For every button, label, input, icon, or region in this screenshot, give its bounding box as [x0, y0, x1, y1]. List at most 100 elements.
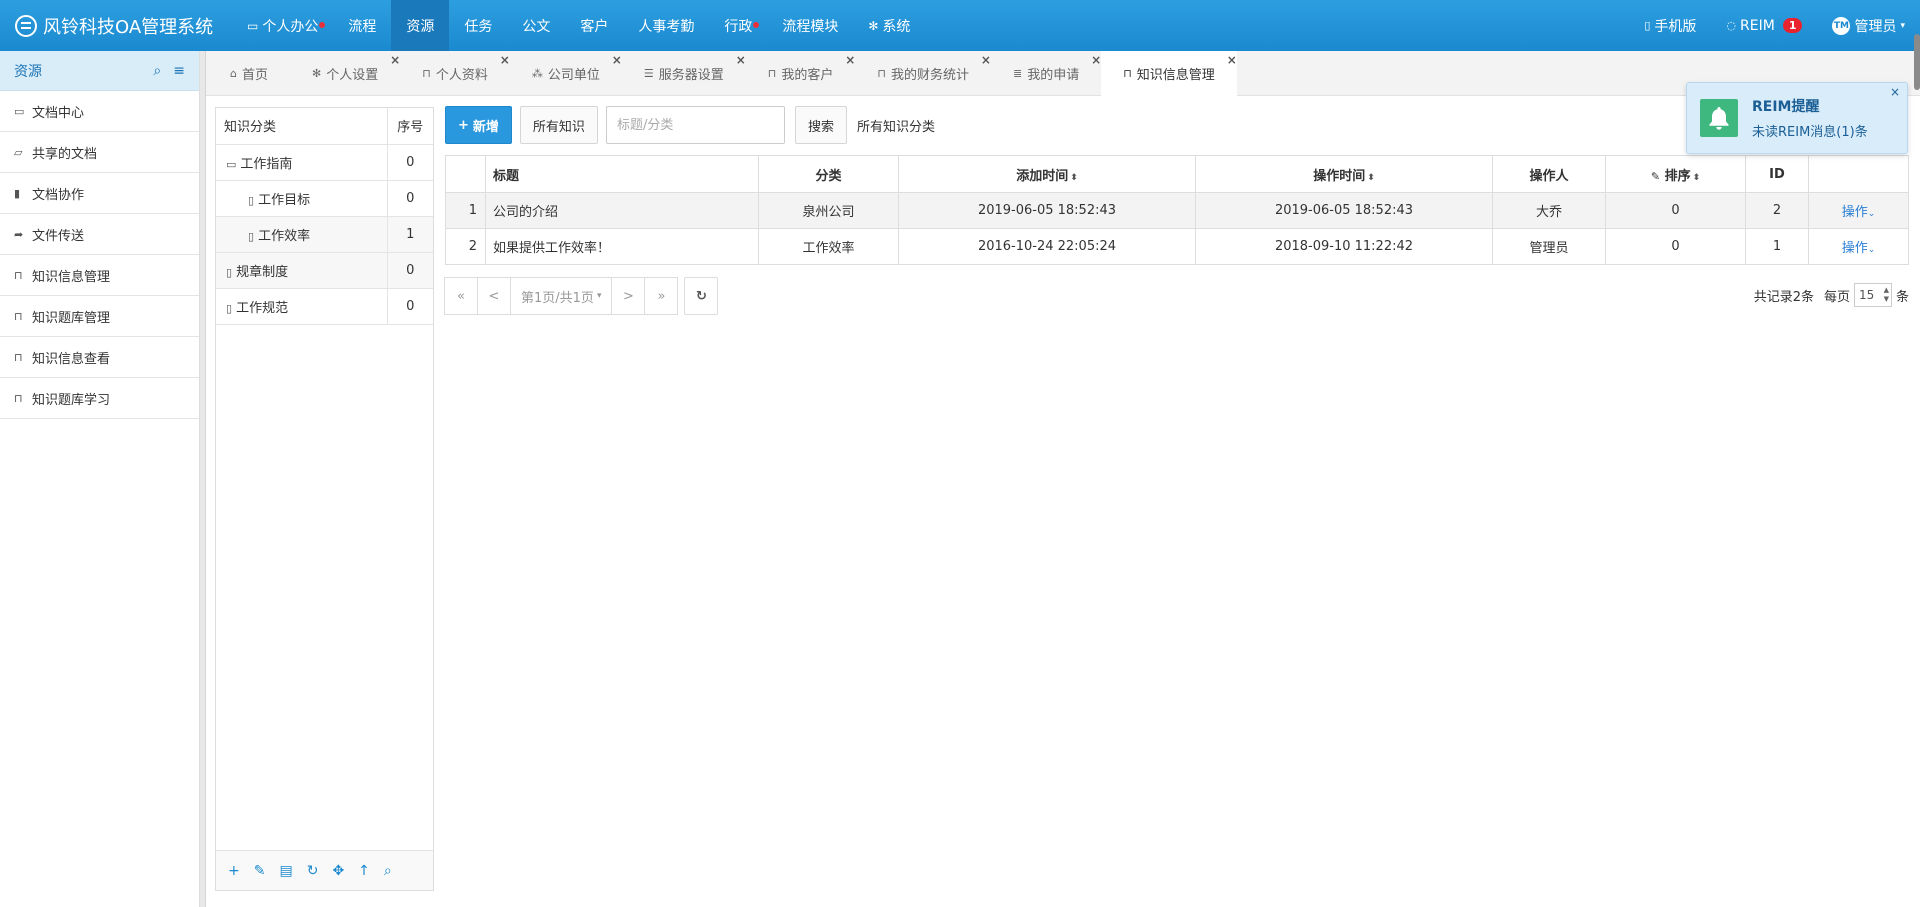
tree-row[interactable]: ▯ 工作目标 0 — [216, 180, 433, 217]
refresh-icon[interactable]: ↻ — [307, 863, 319, 879]
sidebar-item-file-transfer[interactable]: ➦ 文件传送 — [0, 214, 199, 255]
action-dropdown[interactable]: 操作⌄ — [1842, 205, 1876, 220]
category-filter-label: 所有知识分类 — [856, 119, 935, 135]
nav-item-system[interactable]: ✻ 系统 — [853, 0, 925, 51]
tree-row[interactable]: ▭ 工作指南 0 — [216, 144, 433, 181]
nav-item-personal-office[interactable]: ▭ 个人办公 — [232, 0, 333, 51]
last-page-button[interactable]: » — [644, 277, 679, 315]
nav-label: 流程模块 — [782, 18, 839, 35]
per-page-unit: 条 — [1895, 289, 1909, 305]
search-icon[interactable]: ⌕ — [153, 63, 161, 79]
col-sort[interactable]: ✎ 排序 ⬍ — [1605, 155, 1746, 193]
tab-my-customers[interactable]: ⊓ 我的客户 × — [746, 51, 856, 95]
file-icon: ▯ — [226, 265, 233, 279]
trash-icon[interactable]: ▤ — [279, 863, 292, 879]
nav-item-hr[interactable]: 人事考勤 — [623, 0, 709, 51]
sidebar-item-doc-collab[interactable]: ▮ 文档协作 — [0, 173, 199, 214]
sidebar-item-question-bank[interactable]: ⊓ 知识题库管理 — [0, 296, 199, 337]
nav-item-workflow[interactable]: 流程 — [333, 0, 391, 51]
sidebar-item-question-study[interactable]: ⊓ 知识题库学习 — [0, 378, 199, 419]
plus-icon[interactable]: + — [228, 863, 240, 879]
tree-row-label: 工作目标 — [258, 192, 311, 208]
spinner-icon[interactable]: ▲ ▼ — [1884, 286, 1889, 304]
nav-item-tasks[interactable]: 任务 — [449, 0, 507, 51]
nav-item-customers[interactable]: 客户 — [565, 0, 623, 51]
tree-row[interactable]: ▯ 规章制度 0 — [216, 252, 433, 289]
chevron-down-icon: ⌄ — [1867, 209, 1876, 219]
close-icon[interactable]: × — [612, 53, 622, 67]
col-updated[interactable]: 操作时间 ⬍ — [1195, 155, 1493, 193]
nav-item-resources[interactable]: 资源 — [391, 0, 450, 51]
tab-home[interactable]: ⌂ 首页 — [208, 51, 290, 95]
sidebar-item-doc-center[interactable]: ▭ 文档中心 — [0, 91, 199, 132]
close-icon[interactable]: × — [736, 53, 746, 67]
menu-icon[interactable]: ≡ — [173, 63, 185, 79]
nav-label: 公文 — [522, 18, 551, 35]
cell-actions: 操作⌄ — [1808, 228, 1909, 265]
tab-server-settings[interactable]: ☰ 服务器设置 × — [622, 51, 746, 95]
tab-finance-stats[interactable]: ⊓ 我的财务统计 × — [855, 51, 991, 95]
tab-label: 服务器设置 — [658, 67, 724, 83]
user-menu[interactable]: TM 管理员 ▾ — [1817, 16, 1920, 36]
close-icon[interactable]: × — [500, 53, 510, 67]
cell-updated: 2019-06-05 18:52:43 — [1195, 192, 1493, 229]
col-added[interactable]: 添加时间 ⬍ — [898, 155, 1196, 193]
reim-notification[interactable]: REIM提醒 未读REIM消息(1)条 × — [1686, 82, 1908, 154]
close-icon[interactable]: × — [1227, 53, 1237, 67]
close-icon[interactable]: × — [1890, 85, 1900, 99]
move-icon[interactable]: ✥ — [332, 863, 344, 879]
tab-knowledge-manage[interactable]: ⊓ 知识信息管理 × — [1101, 51, 1237, 96]
first-page-button[interactable]: « — [444, 277, 478, 315]
page-select[interactable]: 第1页/共1页 ▾ — [510, 277, 613, 315]
notification-message[interactable]: 未读REIM消息(1)条 — [1752, 121, 1868, 140]
close-icon[interactable]: × — [390, 53, 400, 67]
mobile-link[interactable]: ▯ 手机版 — [1629, 16, 1711, 36]
col-actions — [1808, 155, 1909, 193]
table-row[interactable]: 1 公司的介绍 泉州公司 2019-06-05 18:52:43 2019-06… — [445, 192, 1909, 229]
page-scrollbar[interactable] — [1914, 34, 1920, 90]
search-button[interactable]: 搜索 — [794, 106, 847, 144]
next-page-button[interactable]: > — [611, 277, 646, 315]
close-icon[interactable]: × — [845, 53, 855, 67]
tab-my-applications[interactable]: ≣ 我的申请 × — [991, 51, 1101, 95]
col-category[interactable]: 分类 — [758, 155, 899, 193]
search-icon[interactable]: ⌕ — [384, 863, 392, 879]
col-operator[interactable]: 操作人 — [1492, 155, 1606, 193]
col-id[interactable]: ID — [1745, 155, 1809, 193]
close-icon[interactable]: × — [1091, 53, 1101, 67]
app-brand[interactable]: 风铃科技OA管理系统 — [15, 13, 213, 39]
prev-page-button[interactable]: < — [477, 277, 511, 315]
add-button[interactable]: + 新增 — [445, 106, 512, 144]
tree-header: 知识分类 序号 — [216, 108, 433, 145]
notification-dot — [319, 22, 326, 28]
action-dropdown[interactable]: 操作⌄ — [1842, 241, 1876, 256]
nav-item-workflow-module[interactable]: 流程模块 — [767, 0, 853, 51]
all-knowledge-button[interactable]: 所有知识 — [519, 106, 598, 144]
caret-down-icon: ▾ — [1900, 20, 1905, 31]
col-title[interactable]: 标题 — [485, 155, 759, 193]
sidebar-item-shared-docs[interactable]: ▱ 共享的文档 — [0, 132, 199, 173]
refresh-button[interactable]: ↻ — [684, 277, 719, 315]
tab-label: 知识信息管理 — [1136, 68, 1215, 83]
arrow-up-icon[interactable]: ↑ — [358, 863, 370, 879]
tree-row[interactable]: ▯ 工作规范 0 — [216, 288, 433, 325]
tab-company[interactable]: ⁂ 公司单位 × — [510, 51, 622, 95]
sidebar-item-knowledge-manage[interactable]: ⊓ 知识信息管理 — [0, 255, 199, 296]
tab-personal-settings[interactable]: ✻ 个人设置 × — [290, 51, 400, 95]
close-icon[interactable]: × — [981, 53, 991, 67]
server-icon: ☰ — [643, 66, 654, 80]
bookmark-icon: ⊓ — [767, 66, 777, 80]
sidebar-item-knowledge-view[interactable]: ⊓ 知识信息查看 — [0, 337, 199, 378]
edit-icon[interactable]: ✎ — [254, 863, 266, 879]
nav-item-documents[interactable]: 公文 — [507, 0, 565, 51]
top-navbar: 风铃科技OA管理系统 ▭ 个人办公 流程 资源 任务 公文 客户 人事考勤 行政… — [0, 0, 1920, 51]
per-page-input[interactable]: 15 ▲ ▼ — [1853, 283, 1892, 307]
search-input[interactable] — [605, 106, 785, 144]
table-row[interactable]: 2 如果提供工作效率！ 工作效率 2016-10-24 22:05:24 201… — [445, 228, 1909, 265]
tree-row[interactable]: ▯ 工作效率 1 — [216, 216, 433, 253]
reim-link[interactable]: ◌ REIM 1 — [1711, 18, 1817, 34]
nav-item-admin[interactable]: 行政 — [709, 0, 767, 51]
tab-profile[interactable]: ⊓ 个人资料 × — [400, 51, 510, 95]
sidebar-splitter[interactable] — [200, 51, 206, 907]
nav-label: 人事考勤 — [638, 18, 695, 35]
